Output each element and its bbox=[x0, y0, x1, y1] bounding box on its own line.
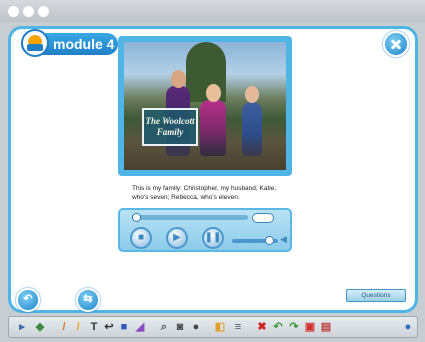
reveal-icon[interactable]: ◧ bbox=[213, 320, 227, 334]
module-logo-icon bbox=[21, 29, 49, 57]
window-dot-1[interactable] bbox=[8, 6, 19, 17]
module-header: module 4 bbox=[21, 29, 118, 57]
module-title: module 4 bbox=[53, 36, 115, 52]
progress-bar[interactable] bbox=[132, 213, 248, 222]
redo-icon[interactable]: ↷ bbox=[287, 320, 301, 334]
delete-icon[interactable]: ✖ bbox=[255, 320, 269, 334]
eraser-icon[interactable]: ◆ bbox=[33, 320, 47, 334]
caption-overlay-text: The Woolcott Family bbox=[145, 116, 195, 137]
video-subtitle: This is my family: Christopher, my husba… bbox=[132, 185, 277, 201]
stop-button[interactable]: ■ bbox=[130, 227, 152, 249]
forward-arrow-icon: ⇆ bbox=[83, 293, 93, 305]
print-icon[interactable]: ▤ bbox=[319, 320, 333, 334]
progress-knob[interactable] bbox=[132, 213, 141, 222]
close-button[interactable] bbox=[383, 31, 409, 57]
back-button[interactable]: ↶ bbox=[16, 288, 40, 312]
shape-icon[interactable]: ■ bbox=[117, 320, 131, 334]
zoom-icon[interactable]: ⌕ bbox=[157, 320, 171, 334]
play-button[interactable]: ▶ bbox=[166, 227, 188, 249]
save-icon[interactable]: ▣ bbox=[303, 320, 317, 334]
back-arrow-icon: ↶ bbox=[23, 293, 33, 305]
play-icon: ▶ bbox=[173, 232, 181, 243]
window-titlebar bbox=[0, 0, 425, 22]
pen-icon[interactable]: / bbox=[57, 320, 71, 334]
stop-icon: ■ bbox=[137, 232, 145, 243]
curve-icon[interactable]: ↩ bbox=[102, 320, 116, 334]
highlighter-icon[interactable]: / bbox=[71, 320, 85, 334]
video-frame: The Woolcott Family bbox=[118, 36, 292, 176]
video-caption-overlay: The Woolcott Family bbox=[142, 108, 198, 146]
text-icon[interactable]: T bbox=[87, 320, 101, 334]
volume-icon: ◀ bbox=[280, 234, 287, 244]
cursor-icon[interactable]: ▸ bbox=[15, 320, 29, 334]
pause-icon: ❚❚ bbox=[204, 232, 222, 243]
questions-button[interactable]: Questions bbox=[346, 289, 406, 302]
spotlight-icon[interactable]: ● bbox=[189, 320, 203, 334]
volume-knob[interactable] bbox=[264, 236, 274, 245]
undo-icon[interactable]: ↶ bbox=[271, 320, 285, 334]
annotation-toolbar: ▸ ◆ / / T ↩ ■ ◢ ⌕ ◙ ● ◧ ≡ ✖ ↶ ↷ ▣ ▤ ● bbox=[8, 316, 418, 338]
pause-button[interactable]: ❚❚ bbox=[202, 227, 224, 249]
camera-icon[interactable]: ◙ bbox=[173, 320, 187, 334]
video-still-image[interactable]: The Woolcott Family bbox=[124, 42, 286, 170]
time-display bbox=[252, 213, 274, 223]
window-dot-3[interactable] bbox=[38, 6, 49, 17]
help-icon[interactable]: ● bbox=[401, 320, 415, 334]
app-window: module 4 The Woolcott Family This is my … bbox=[0, 0, 425, 342]
media-player-controls: ■ ▶ ❚❚ ◀ bbox=[118, 208, 292, 252]
volume-slider[interactable] bbox=[232, 236, 278, 245]
forward-button[interactable]: ⇆ bbox=[76, 288, 100, 312]
menu-icon[interactable]: ≡ bbox=[231, 320, 245, 334]
window-dot-2[interactable] bbox=[23, 6, 34, 17]
fill-icon[interactable]: ◢ bbox=[133, 320, 147, 334]
